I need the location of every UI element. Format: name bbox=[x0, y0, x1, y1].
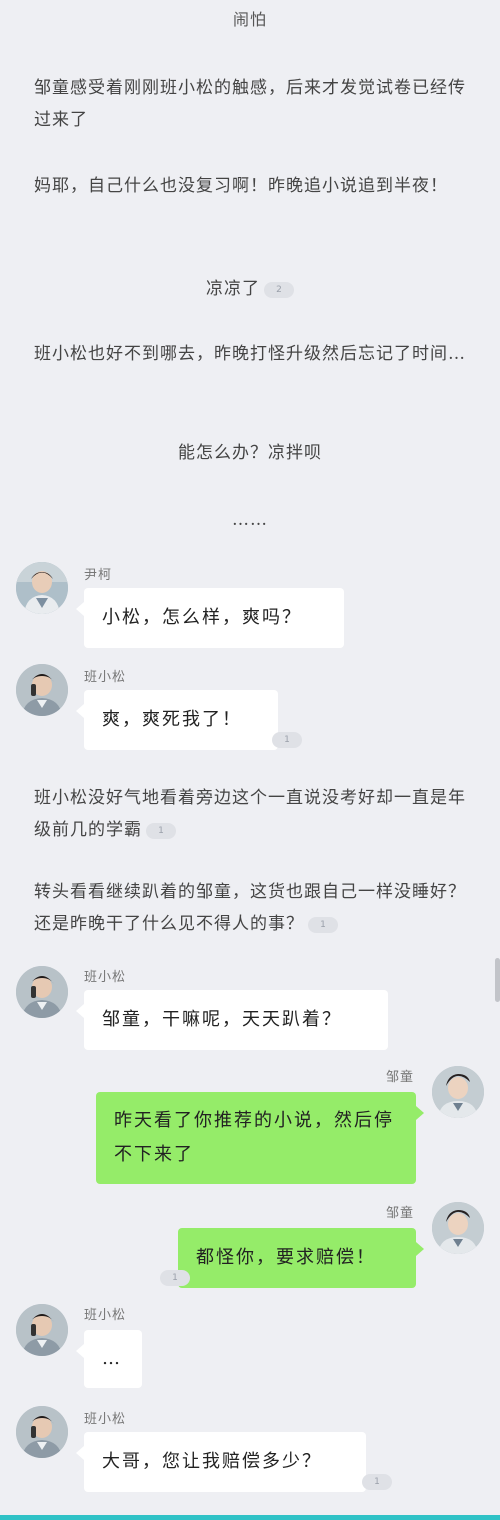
avatar-banxiaosong[interactable] bbox=[16, 664, 68, 716]
person-avatar-icon bbox=[16, 966, 68, 1018]
message-bubble[interactable]: 爽，爽死我了！ bbox=[76, 690, 278, 750]
comment-count-badge[interactable]: 1 bbox=[272, 732, 302, 748]
narration-4: 班小松也好不到哪去，昨晚打怪升级然后忘记了时间… bbox=[34, 344, 466, 364]
narration-1: 邹童感受着刚刚班小松的触感，后来才发觉试卷已经传过来了 bbox=[34, 78, 466, 130]
comment-count-badge[interactable]: 1 bbox=[362, 1474, 392, 1490]
sender-name: 邹童 bbox=[386, 1206, 415, 1221]
comment-count-badge[interactable]: 1 bbox=[146, 822, 176, 839]
avatar-banxiaosong[interactable] bbox=[16, 1406, 68, 1458]
message-bubble[interactable]: … bbox=[76, 1330, 142, 1388]
person-avatar-icon bbox=[16, 562, 68, 614]
person-avatar-icon bbox=[432, 1066, 484, 1118]
message-bubble[interactable]: 昨天看了你推荐的小说，然后停不下来了 bbox=[96, 1092, 424, 1184]
narration-3: 凉凉了 2 bbox=[0, 274, 500, 299]
message-bubble[interactable]: 大哥，您让我赔偿多少？ bbox=[76, 1432, 366, 1492]
comment-count-badge[interactable]: 1 bbox=[308, 916, 338, 933]
person-avatar-icon bbox=[16, 1304, 68, 1356]
chapter-title: 闹怕 bbox=[232, 10, 267, 29]
comment-count-badge[interactable]: 2 bbox=[264, 281, 294, 298]
sender-name: 班小松 bbox=[84, 670, 127, 685]
narration-2: 妈耶，自己什么也没复习啊！昨晚追小说追到半夜！ bbox=[34, 176, 448, 196]
sender-name: 班小松 bbox=[84, 970, 127, 985]
message-bubble[interactable]: 邹童，干嘛呢，天天趴着？ bbox=[76, 990, 388, 1050]
person-avatar-icon bbox=[16, 664, 68, 716]
sender-name: 班小松 bbox=[84, 1412, 127, 1427]
sender-name: 尹柯 bbox=[84, 568, 113, 583]
bottom-accent-bar bbox=[0, 1515, 500, 1520]
message-bubble[interactable]: 小松，怎么样，爽吗？ bbox=[76, 588, 344, 648]
avatar-banxiaosong[interactable] bbox=[16, 1304, 68, 1356]
avatar-banxiaosong[interactable] bbox=[16, 966, 68, 1018]
sender-name: 班小松 bbox=[84, 1308, 127, 1323]
message-bubble[interactable]: 都怪你，要求赔偿！ bbox=[178, 1228, 424, 1288]
sender-name: 邹童 bbox=[386, 1070, 415, 1085]
narration-7: 班小松没好气地看着旁边这个一直说没考好却一直是年级前几的学霸 1 bbox=[34, 788, 466, 840]
person-avatar-icon bbox=[432, 1202, 484, 1254]
avatar-zoutong[interactable] bbox=[432, 1066, 484, 1118]
narration-5: 能怎么办？凉拌呗 bbox=[178, 443, 322, 463]
narration-ellipsis: …… bbox=[232, 510, 268, 530]
comment-count-badge[interactable]: 1 bbox=[160, 1270, 190, 1286]
narration-8: 转头看看继续趴着的邹童，这货也跟自己一样没睡好？还是昨晚干了什么见不得人的事？ 1 bbox=[34, 882, 466, 934]
avatar-yinke[interactable] bbox=[16, 562, 68, 614]
scrollbar[interactable] bbox=[495, 958, 500, 1002]
person-avatar-icon bbox=[16, 1406, 68, 1458]
avatar-zoutong[interactable] bbox=[432, 1202, 484, 1254]
